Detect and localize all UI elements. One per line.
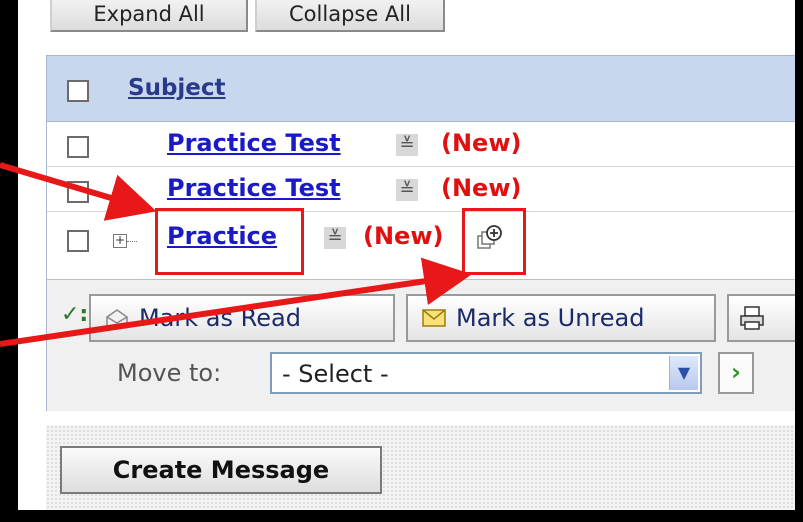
- message-subject-link[interactable]: Practice: [167, 222, 277, 250]
- discussion-board-window: Expand All Collapse All Subject Practice…: [18, 0, 795, 510]
- add-reply-icon[interactable]: [475, 224, 503, 252]
- message-list-panel: Subject Practice Test ≚ (New) Practice T…: [46, 55, 795, 411]
- new-status-tag: (New): [363, 222, 444, 250]
- table-row: Practice Test ≚ (New): [47, 122, 795, 167]
- expand-plus-icon[interactable]: +: [113, 234, 127, 248]
- tree-connector: [127, 241, 137, 242]
- move-to-selected-value: - Select -: [282, 360, 389, 388]
- checked-items-indicator: ✓:: [61, 302, 89, 327]
- move-to-label: Move to:: [117, 359, 222, 387]
- move-to-select[interactable]: - Select - ▼: [270, 352, 702, 394]
- row-checkbox[interactable]: [67, 230, 89, 252]
- print-button[interactable]: [727, 294, 795, 342]
- collapse-all-button[interactable]: Collapse All: [255, 0, 445, 32]
- menu-icon[interactable]: ≚: [396, 134, 418, 156]
- mark-as-unread-label: Mark as Unread: [456, 304, 645, 332]
- menu-icon[interactable]: ≚: [324, 227, 346, 249]
- go-arrow-icon[interactable]: ›: [718, 352, 754, 394]
- row-checkbox[interactable]: [67, 136, 89, 158]
- message-subject-link[interactable]: Practice Test: [167, 129, 341, 157]
- new-status-tag: (New): [441, 174, 522, 202]
- print-icon: [740, 306, 764, 330]
- create-message-button[interactable]: Create Message: [60, 446, 382, 494]
- message-subject-link[interactable]: Practice Test: [167, 174, 341, 202]
- table-row: + Practice ≚ (New): [47, 212, 795, 278]
- actions-bar: ✓: Mark as Read Mark as Unread Move to: …: [47, 279, 795, 411]
- menu-icon[interactable]: ≚: [396, 179, 418, 201]
- new-status-tag: (New): [441, 129, 522, 157]
- mark-as-unread-button[interactable]: Mark as Unread: [406, 294, 716, 342]
- mark-as-read-button[interactable]: Mark as Read: [89, 294, 395, 342]
- subject-column-header[interactable]: Subject: [128, 75, 226, 101]
- mark-as-read-label: Mark as Read: [139, 304, 301, 332]
- select-all-checkbox[interactable]: [67, 80, 89, 102]
- expand-all-button[interactable]: Expand All: [50, 0, 248, 32]
- dropdown-arrow-icon[interactable]: ▼: [669, 356, 698, 390]
- table-row: Practice Test ≚ (New): [47, 167, 795, 212]
- envelope-icon: [422, 309, 446, 327]
- envelope-open-icon: [106, 309, 128, 328]
- table-header: Subject: [47, 56, 795, 122]
- row-checkbox[interactable]: [67, 181, 89, 203]
